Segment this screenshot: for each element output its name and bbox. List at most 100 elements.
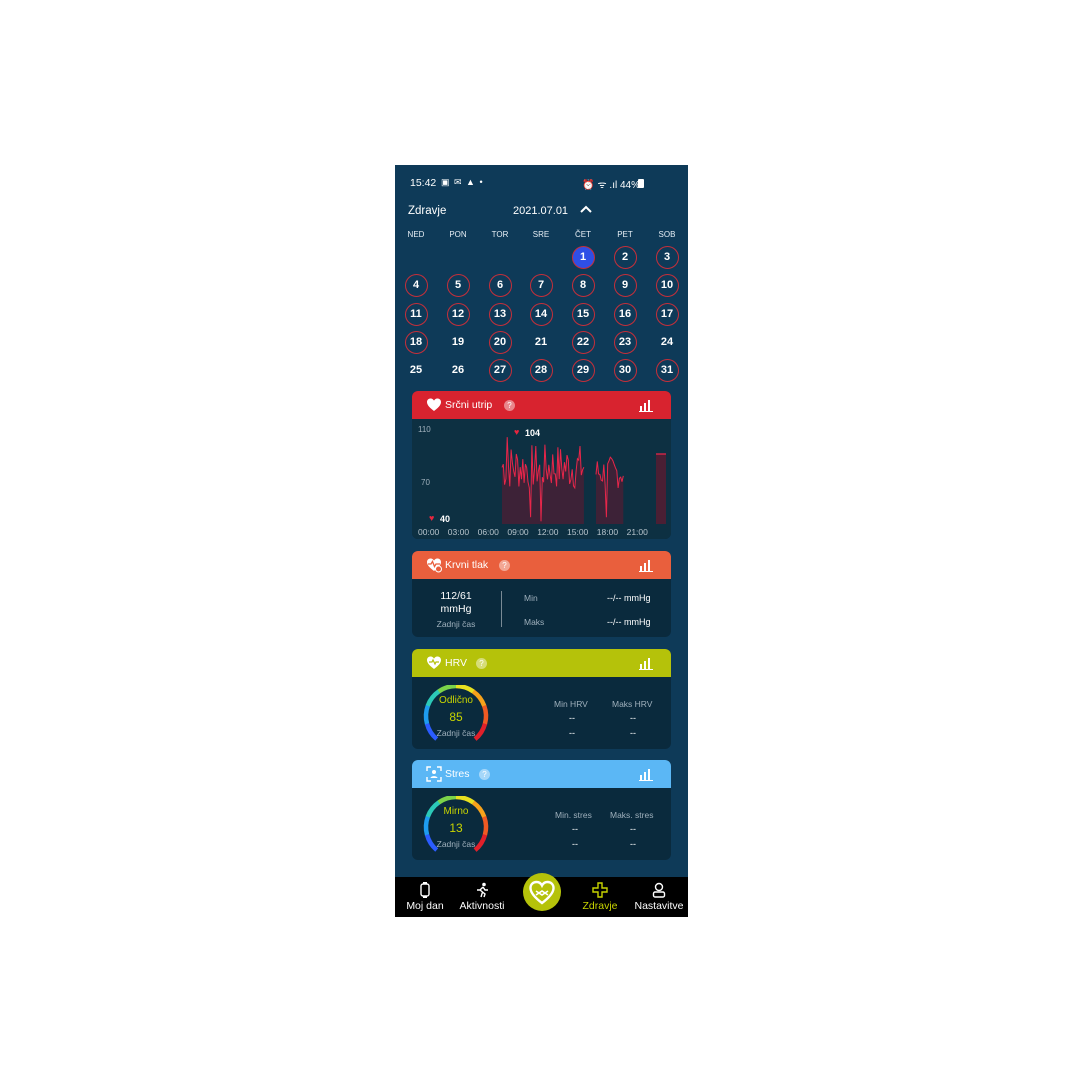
stress-value: 13 [449,821,463,835]
bp-min-value: --/-- mmHg [607,593,651,603]
calendar-day-3[interactable]: 3 [655,245,679,269]
calendar-day-4[interactable]: 4 [404,273,428,297]
hrv-heart-icon [427,656,441,669]
calendar-day-10[interactable]: 10 [655,273,679,297]
min-stress-value: -- [572,824,578,834]
heart-rate-area [596,457,624,524]
calendar-day-17[interactable]: 17 [655,302,679,326]
calendar-day-1[interactable]: 1 [571,245,595,269]
calendar-day-24[interactable]: 24 [656,331,679,354]
heart-rate-chart [501,437,666,524]
nav-health[interactable]: Zdravje [579,882,621,912]
heart-rate-title: Srčni utrip [445,399,493,411]
max-stress-value: -- [630,824,636,834]
bp-value: 112/61 [440,590,472,602]
x-axis-label: 09:00 [507,527,529,537]
bp-last-time: Zadnji čas [436,619,476,629]
x-axis-label: 06:00 [477,527,499,537]
status-time: 15:42 [410,177,437,189]
nav-activities[interactable]: Aktivnosti [456,882,508,912]
heart-rate-area [656,454,666,524]
calendar-day-8[interactable]: 8 [571,273,595,297]
gauge-arc-segment [455,685,475,694]
calendar-day-18[interactable]: 18 [404,330,428,354]
calendar-day-15[interactable]: 15 [571,302,595,326]
stress-title: Stres [445,768,470,780]
selected-date[interactable]: 2021.07.01 [513,205,568,217]
calendar-day-27[interactable]: 27 [488,358,512,382]
calendar-day-14[interactable]: 14 [529,302,553,326]
calendar-day-12[interactable]: 12 [446,302,470,326]
bp-unit: mmHg [440,603,472,615]
calendar-day-21[interactable]: 21 [530,331,553,354]
blood-pressure-title: Krvni tlak [445,559,489,571]
calendar-day-31[interactable]: 31 [655,358,679,382]
chevron-up-icon[interactable] [578,201,594,217]
page-title: Zdravje [408,205,447,217]
bar-chart-icon[interactable] [639,767,653,781]
heart-rate-header[interactable]: Srčni utrip ? [412,391,671,419]
calendar-day-9[interactable]: 9 [613,273,637,297]
min-hrv-label: Min HRV [554,699,588,709]
help-icon[interactable]: ? [499,560,510,571]
calendar-day-28[interactable]: 28 [529,358,553,382]
weekday-label: NED [407,230,425,239]
help-icon[interactable]: ? [504,400,515,411]
phone-screen: 15:42 ▣ ✉ ▲ • ⏰ ᯤ .ıl 44% Zdravje 2021.0… [395,165,688,917]
bar-chart-icon[interactable] [639,656,653,670]
gauge-arc-segment [437,796,457,805]
calendar-day-23[interactable]: 23 [613,330,637,354]
hrv-header[interactable]: HRV ? [412,649,671,677]
stress-status: Mirno [443,806,469,817]
x-axis-label: 21:00 [626,527,648,537]
stress-header[interactable]: Stres ? [412,760,671,788]
stress-last-time: Zadnji čas [436,839,476,849]
center-action-button[interactable] [523,873,561,911]
calendar-day-26[interactable]: 26 [447,359,470,382]
help-icon[interactable]: ? [479,769,490,780]
calendar-day-6[interactable]: 6 [488,273,512,297]
max-stress-label: Maks. stres [610,810,654,820]
calendar-day-13[interactable]: 13 [488,302,512,326]
bar-chart-icon[interactable] [639,398,653,412]
health-cross-icon [592,882,608,898]
calendar-day-16[interactable]: 16 [613,302,637,326]
hrv-status: Odlično [439,695,473,706]
heart-rate-chart-area: 110 70 ♥ 104 ♥ 40 00:00 03:00 06:00 09:00 12… [412,419,671,539]
calendar-day-5[interactable]: 5 [446,273,470,297]
hrv-title: HRV [445,657,467,669]
calendar-day-2[interactable]: 2 [613,245,637,269]
nav-my-day[interactable]: Moj dan [403,882,447,912]
max-hrv-value: -- [630,713,636,723]
calendar-day-11[interactable]: 11 [404,302,428,326]
nav-settings[interactable]: Nastavitve [632,882,686,912]
x-axis-label: 12:00 [537,527,559,537]
max-heart-rate: 104 [525,428,541,438]
heart-pulse-icon [427,558,442,573]
nav-label-settings: Nastavitve [634,900,684,912]
max-hrv-label: Maks HRV [612,699,653,709]
min-hrv-value: -- [569,713,575,723]
heart-rate-card[interactable]: Srčni utrip ? 110 70 ♥ 104 ♥ 40 00:00 03:… [412,391,671,539]
gauge-arc-segment [455,796,475,805]
blood-pressure-card[interactable]: Krvni tlak ? 112/61 mmHg Zadnji čas Min … [412,551,671,637]
calendar-day-29[interactable]: 29 [571,358,595,382]
gauge-arc-segment [437,685,457,694]
hrv-card[interactable]: HRV ? Odlično 85 Zadnji čas Min HRV Maks… [412,649,671,749]
stress-card[interactable]: Stres ? Mirno 13 Zadnji čas Min. stres M… [412,760,671,860]
bp-max-value: --/-- mmHg [607,617,651,627]
calendar-day-20[interactable]: 20 [488,330,512,354]
calendar-day-19[interactable]: 19 [447,331,470,354]
calendar-day-22[interactable]: 22 [571,330,595,354]
nav-label-health: Zdravje [582,900,618,912]
calendar-day-25[interactable]: 25 [405,359,428,382]
nav-label-my-day: Moj dan [406,900,444,912]
notification-icons: ▣ ✉ ▲ • [441,177,484,187]
bar-chart-icon[interactable] [639,558,653,572]
blood-pressure-header[interactable]: Krvni tlak ? [412,551,671,579]
calendar-day-30[interactable]: 30 [613,358,637,382]
calendar-day-7[interactable]: 7 [529,273,553,297]
running-icon [477,882,488,898]
help-icon[interactable]: ? [476,658,487,669]
x-axis-label: 03:00 [447,527,470,537]
